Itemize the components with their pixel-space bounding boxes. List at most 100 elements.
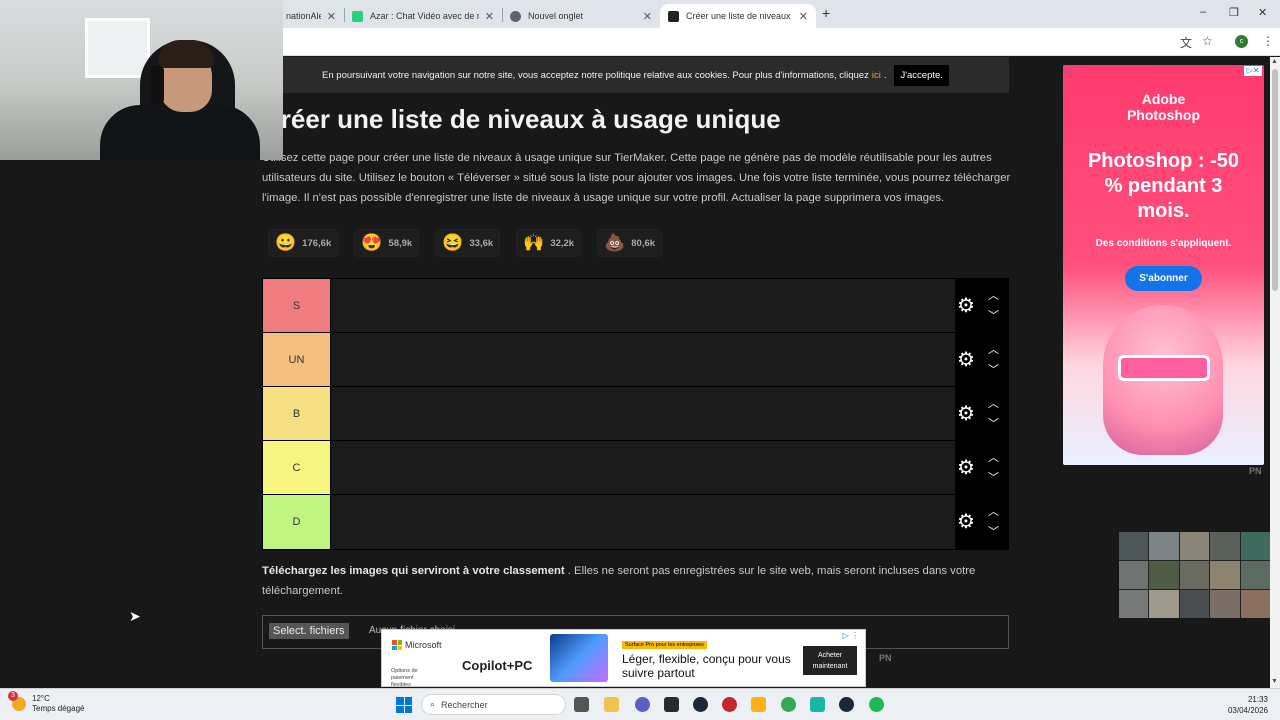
tier-label[interactable]: UN — [263, 333, 330, 386]
tab-3-active[interactable]: Créer une liste de niveaux à usa ✕ — [660, 4, 816, 28]
file-explorer-icon[interactable] — [604, 697, 619, 712]
upload-heading: Téléchargez les images qui serviront à v… — [262, 565, 565, 577]
reaction-poop[interactable]: 💩 80,6k — [597, 229, 663, 257]
chevron-up-icon[interactable]: ︿ — [988, 395, 999, 411]
page-title: Créer une liste de niveaux à usage uniqu… — [262, 104, 781, 134]
webcam-background-window — [85, 18, 150, 78]
tier-list: S ⚙ ︿ ﹀ UN ⚙ ︿ ﹀ B ⚙ ︿ ﹀ C ⚙ ︿ ﹀ D ⚙ ︿ ﹀ — [262, 278, 1009, 550]
tier-label[interactable]: D — [263, 495, 330, 549]
tier-controls: ⚙ ︿ ﹀ — [955, 387, 1008, 440]
chevron-down-icon[interactable]: ﹀ — [988, 361, 999, 377]
chevron-up-icon[interactable]: ︿ — [988, 503, 999, 519]
chevron-down-icon[interactable]: ﹀ — [988, 469, 999, 485]
close-icon[interactable]: ✕ — [485, 10, 494, 23]
gear-icon[interactable]: ⚙ — [957, 296, 975, 316]
weather-widget[interactable]: 3 12°C Temps dégagé — [8, 691, 84, 714]
steam-2-icon[interactable] — [839, 697, 854, 712]
heart-eyes-emoji-icon: 😍 — [361, 233, 383, 252]
gear-icon[interactable]: ⚙ — [957, 350, 975, 370]
page-scrollbar[interactable]: ▲ ▼ — [1270, 57, 1280, 688]
cookie-text: En poursuivant votre navigation sur notr… — [322, 69, 869, 81]
chevron-up-icon[interactable]: ︿ — [988, 287, 999, 303]
epic-games-icon[interactable] — [664, 697, 679, 712]
close-icon[interactable]: ✕ — [799, 10, 808, 23]
scroll-up-icon[interactable]: ▲ — [1271, 58, 1278, 65]
rockstar-icon[interactable] — [751, 697, 766, 712]
ms-brand-name: Microsoft — [405, 640, 442, 650]
thumbnail — [1240, 590, 1270, 618]
surface-badge: Surface Pro pour les entreprises — [622, 641, 707, 649]
gear-icon[interactable]: ⚙ — [957, 512, 975, 532]
windows-start-icon[interactable] — [396, 697, 412, 713]
tier-drop-zone[interactable] — [330, 333, 955, 386]
tab-2[interactable]: Nouvel onglet ✕ — [502, 4, 660, 28]
gear-icon[interactable]: ⚙ — [957, 458, 975, 478]
tier-row-un: UN ⚙ ︿ ﹀ — [263, 333, 1008, 387]
new-tab-button[interactable]: + — [822, 5, 830, 21]
steam-icon[interactable] — [693, 697, 708, 712]
tab-1[interactable]: Azar : Chat Vidéo avec de nouv ✕ — [344, 4, 502, 28]
reaction-heart-eyes[interactable]: 😍 58,9k — [354, 229, 420, 257]
chevron-down-icon[interactable]: ﹀ — [988, 307, 999, 323]
scroll-thumb[interactable] — [1272, 69, 1278, 291]
photoshop-ad[interactable]: Adobe Photoshop Photoshop : -50 % pendan… — [1063, 65, 1264, 465]
chat-icon[interactable] — [635, 697, 650, 712]
close-window-button[interactable]: ✕ — [1258, 6, 1267, 19]
close-icon[interactable]: ✕ — [643, 10, 652, 23]
kebab-menu-icon[interactable]: ⋮ — [1262, 34, 1274, 48]
thumbnail — [1149, 532, 1179, 560]
tier-label[interactable]: B — [263, 387, 330, 440]
accept-cookies-button[interactable]: J'accepte. — [894, 64, 949, 86]
tier-drop-zone[interactable] — [330, 279, 955, 332]
tier-label[interactable]: S — [263, 279, 330, 332]
cookie-period: . — [883, 69, 887, 81]
reaction-raised-hands[interactable]: 🙌 32,2k — [516, 229, 582, 257]
tab-0[interactable]: nationAle ✕ — [278, 4, 344, 28]
app-teal-icon[interactable] — [810, 697, 825, 712]
reaction-laugh[interactable]: 😆 33,6k — [435, 229, 501, 257]
ad-info-icon[interactable]: ▷ ⋮ — [843, 631, 859, 640]
thumbnail — [1240, 561, 1270, 589]
video-thumbnails-ad[interactable] — [1119, 532, 1270, 618]
minimize-button[interactable]: – — [1200, 6, 1206, 18]
tier-label[interactable]: C — [263, 441, 330, 494]
ad-pn-label: PN — [879, 653, 892, 663]
cookie-more-link[interactable]: ici — [872, 70, 881, 81]
windows-taskbar: 3 12°C Temps dégagé ⌕ Rechercher 21:33 0… — [0, 688, 1280, 720]
chrome-icon[interactable] — [781, 697, 796, 712]
ad-illustration-glasses — [1118, 355, 1210, 381]
reaction-count: 176,6k — [302, 237, 332, 249]
reaction-grin[interactable]: 😀 176,6k — [268, 229, 339, 257]
tier-drop-zone[interactable] — [330, 441, 955, 494]
ad-info-icon[interactable]: ▷✕ — [1244, 66, 1262, 76]
notification-badge: 3 — [8, 691, 18, 701]
buy-now-button[interactable]: Acheter maintenant — [803, 646, 857, 675]
profile-avatar[interactable]: c — [1235, 35, 1248, 48]
subscribe-button[interactable]: S'abonner — [1125, 266, 1202, 291]
tier-drop-zone[interactable] — [330, 495, 955, 549]
task-view-icon[interactable] — [574, 697, 589, 712]
system-clock[interactable]: 21:33 03/04/2026 — [1224, 694, 1268, 716]
star-icon[interactable]: ☆ — [1202, 34, 1213, 48]
app-red-icon[interactable] — [722, 697, 737, 712]
scroll-down-icon[interactable]: ▼ — [1271, 678, 1278, 685]
translate-icon[interactable]: 文 — [1180, 34, 1192, 51]
reaction-count: 33,6k — [469, 237, 494, 249]
spotify-icon[interactable] — [869, 697, 884, 712]
ms-subtitle: Options de paiement flexibles — [391, 668, 418, 687]
ad-choices-icon[interactable]: ⓘ — [1066, 67, 1074, 78]
maximize-button[interactable]: ❐ — [1229, 6, 1239, 19]
chevron-down-icon[interactable]: ﹀ — [988, 415, 999, 431]
chevron-down-icon[interactable]: ﹀ — [988, 523, 999, 539]
gear-icon[interactable]: ⚙ — [957, 404, 975, 424]
chevron-up-icon[interactable]: ︿ — [988, 449, 999, 465]
select-files-button[interactable]: Select. fichiers — [269, 623, 349, 639]
taskbar-search-input[interactable]: ⌕ Rechercher — [421, 694, 566, 715]
close-icon[interactable]: ✕ — [327, 10, 336, 23]
chevron-up-icon[interactable]: ︿ — [988, 341, 999, 357]
laugh-emoji-icon: 😆 — [442, 233, 464, 252]
reactions-bar: 😀 176,6k 😍 58,9k 😆 33,6k 🙌 32,2k 💩 80,6k — [268, 229, 663, 257]
tier-drop-zone[interactable] — [330, 387, 955, 440]
microsoft-ad[interactable]: Microsoft Options de paiement flexibles … — [381, 629, 866, 687]
raised-hands-emoji-icon: 🙌 — [523, 233, 545, 252]
